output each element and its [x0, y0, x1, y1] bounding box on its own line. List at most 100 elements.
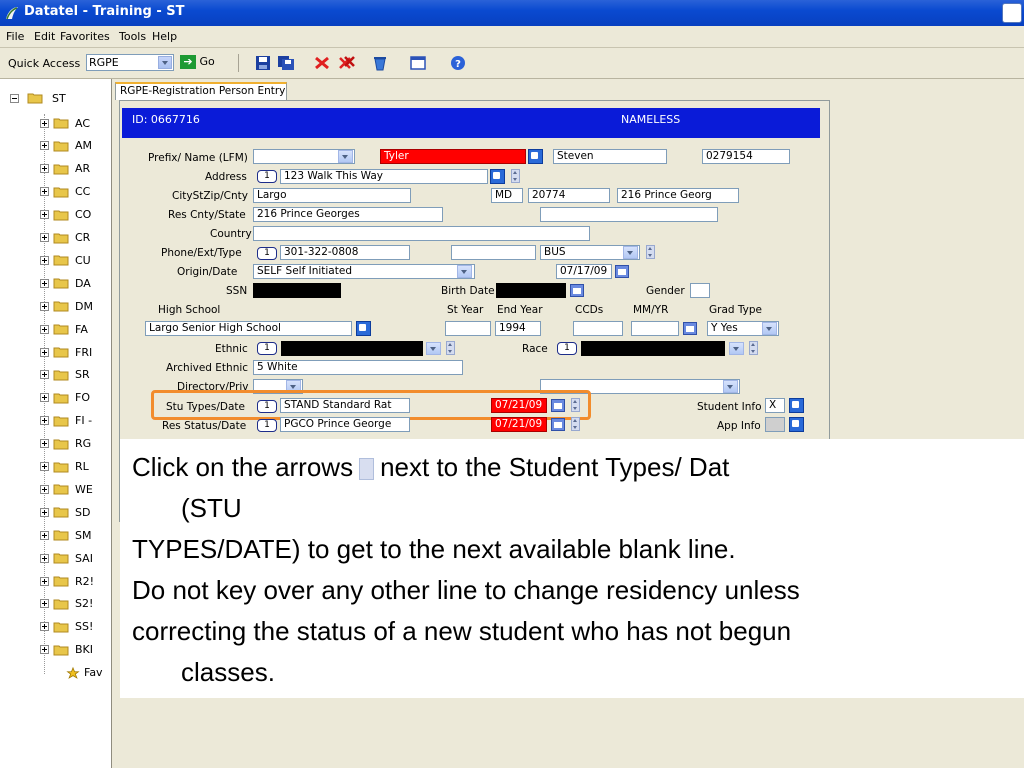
tree-item[interactable]: CC	[40, 185, 90, 201]
tree-item[interactable]: SS!	[40, 620, 93, 636]
race-field[interactable]	[581, 341, 725, 356]
cancel-icon[interactable]	[313, 55, 331, 71]
tree-item[interactable]: AC	[40, 116, 90, 132]
tree-item[interactable]: SM	[40, 528, 91, 544]
scroll-arrows-icon[interactable]	[571, 417, 580, 431]
chevron-down-icon[interactable]	[158, 56, 172, 69]
tree-item[interactable]: DM	[40, 299, 93, 315]
calendar-icon[interactable]	[615, 265, 629, 278]
gender-field[interactable]	[690, 283, 710, 298]
tree-item[interactable]: Fav	[62, 666, 103, 682]
tree-item[interactable]: WE	[40, 482, 93, 498]
start-year-field[interactable]	[445, 321, 491, 336]
expand-icon[interactable]	[40, 507, 49, 517]
window-icon[interactable]	[409, 55, 427, 71]
tree-item[interactable]: DA	[40, 276, 91, 292]
menu-edit[interactable]: Edit	[34, 30, 55, 43]
tree-item[interactable]: FI -	[40, 414, 92, 430]
expand-icon[interactable]	[40, 393, 49, 403]
expand-icon[interactable]	[40, 301, 49, 311]
mm-yr-field[interactable]	[631, 321, 679, 336]
address-field[interactable]: 123 Walk This Way	[280, 169, 488, 184]
res-status-date-field[interactable]: 07/21/09	[491, 417, 547, 432]
tree-item[interactable]: BKI	[40, 643, 93, 659]
expand-icon[interactable]	[40, 255, 49, 265]
menu-file[interactable]: File	[6, 30, 24, 43]
calendar-icon[interactable]	[683, 322, 697, 335]
lookup-icon[interactable]	[356, 321, 371, 336]
expand-icon[interactable]	[40, 278, 49, 288]
go-button[interactable]: ➔ Go	[180, 55, 215, 71]
res-status-field[interactable]: PGCO Prince George	[280, 417, 410, 432]
tree-item[interactable]: SAI	[40, 551, 93, 567]
lookup-icon[interactable]	[789, 398, 804, 413]
chevron-down-icon[interactable]	[723, 380, 738, 393]
zip-field[interactable]: 20774	[528, 188, 610, 203]
ssn-field[interactable]	[253, 283, 341, 298]
save-all-icon[interactable]	[277, 55, 295, 71]
expand-icon[interactable]	[40, 347, 49, 357]
state-field[interactable]: MD	[491, 188, 523, 203]
ccds-field[interactable]	[573, 321, 623, 336]
tab-rgpe[interactable]: RGPE-Registration Person Entry	[115, 82, 287, 100]
last-name-field[interactable]: Tyler	[380, 149, 526, 164]
phone-field[interactable]: 301-322-0808	[280, 245, 410, 260]
quick-access-input[interactable]: RGPE	[86, 54, 174, 71]
expand-icon[interactable]	[40, 118, 49, 128]
tree-item[interactable]: CO	[40, 208, 91, 224]
menu-tools[interactable]: Tools	[119, 30, 146, 43]
tree-root-st[interactable]: ST	[10, 91, 66, 105]
save-icon[interactable]	[254, 55, 272, 71]
expand-icon[interactable]	[40, 484, 49, 494]
scroll-arrows-icon[interactable]	[749, 341, 758, 355]
chevron-down-icon[interactable]	[762, 322, 777, 335]
chevron-down-icon[interactable]	[338, 150, 353, 163]
expand-icon[interactable]	[40, 416, 49, 426]
first-name-field[interactable]: Steven	[553, 149, 667, 164]
city-field[interactable]: Largo	[253, 188, 411, 203]
expand-icon[interactable]	[40, 530, 49, 540]
origin-date-field[interactable]: 07/17/09	[556, 264, 612, 279]
expand-icon[interactable]	[40, 324, 49, 334]
tree-item[interactable]: SD	[40, 505, 90, 521]
expand-icon[interactable]	[40, 370, 49, 380]
calendar-icon[interactable]	[570, 284, 584, 297]
calendar-icon[interactable]	[551, 418, 565, 431]
country-field[interactable]	[253, 226, 590, 241]
tree-item[interactable]: SR	[40, 368, 90, 384]
ethnic-field[interactable]	[281, 341, 423, 356]
tree-item[interactable]: FO	[40, 391, 90, 407]
expand-icon[interactable]	[40, 210, 49, 220]
lookup-icon[interactable]	[528, 149, 543, 164]
tree-item[interactable]: AM	[40, 139, 92, 155]
collapse-icon[interactable]	[10, 93, 19, 103]
expand-icon[interactable]	[40, 576, 49, 586]
window-button[interactable]	[1002, 3, 1022, 23]
high-school-field[interactable]: Largo Senior High School	[145, 321, 352, 336]
scroll-arrows-icon[interactable]	[446, 341, 455, 355]
app-info-field[interactable]	[765, 417, 785, 432]
chevron-down-icon[interactable]	[426, 342, 441, 355]
chevron-down-icon[interactable]	[457, 265, 472, 278]
tree-item[interactable]: RG	[40, 437, 91, 453]
chevron-down-icon[interactable]	[623, 246, 638, 259]
expand-icon[interactable]	[40, 622, 49, 632]
expand-icon[interactable]	[40, 141, 49, 151]
birth-date-field[interactable]	[496, 283, 566, 298]
end-year-field[interactable]: 1994	[495, 321, 541, 336]
menu-favorites[interactable]: Favorites	[60, 30, 110, 43]
chevron-down-icon[interactable]	[729, 342, 744, 355]
help-icon[interactable]: ?	[449, 55, 467, 71]
origin-select[interactable]: SELF Self Initiated	[253, 264, 475, 279]
id-number-field[interactable]: 0279154	[702, 149, 790, 164]
res-state-field[interactable]	[540, 207, 718, 222]
phone-ext-field[interactable]	[451, 245, 536, 260]
cancel-all-icon[interactable]	[338, 55, 356, 71]
lookup-icon[interactable]	[490, 169, 505, 184]
tree-item[interactable]: AR	[40, 162, 90, 178]
menu-help[interactable]: Help	[152, 30, 177, 43]
expand-icon[interactable]	[40, 233, 49, 242]
tree-item[interactable]: RL	[40, 460, 89, 476]
tree-item[interactable]: FA	[40, 322, 88, 338]
archived-ethnic-field[interactable]: 5 White	[253, 360, 463, 375]
